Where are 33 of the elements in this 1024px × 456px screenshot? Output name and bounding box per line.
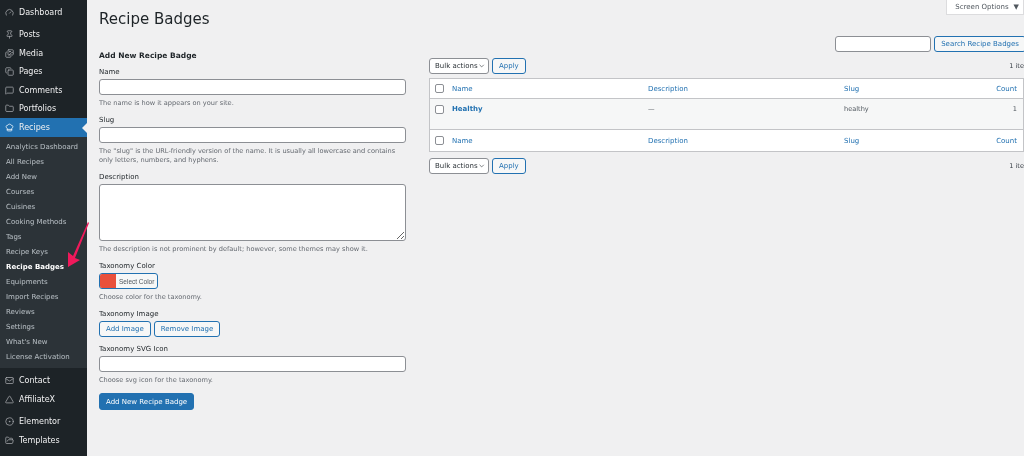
checkbox[interactable] — [435, 84, 444, 93]
menu-item[interactable]: Portfolios — [0, 99, 87, 118]
menu-item[interactable]: Elementor — [0, 412, 87, 431]
circle-icon — [5, 417, 14, 427]
text-field[interactable] — [99, 127, 406, 143]
chef-hat-icon — [5, 122, 14, 132]
menu-item[interactable]: Recipes — [0, 118, 87, 137]
menu-item[interactable]: AffiliateX — [0, 390, 87, 409]
chevron-down-icon — [477, 162, 485, 170]
mail-icon — [5, 376, 14, 386]
menu-item[interactable]: Templates — [0, 431, 87, 450]
text-field[interactable] — [99, 79, 406, 95]
page-title: Recipe Badges — [99, 10, 210, 28]
pin-icon — [5, 30, 14, 40]
pages-icon — [5, 67, 14, 77]
menu-item[interactable]: Contact — [0, 371, 87, 390]
checkbox[interactable] — [435, 105, 444, 114]
menu-item[interactable]: Posts — [0, 25, 87, 44]
text-field[interactable] — [99, 356, 406, 372]
folder-icon — [5, 104, 14, 114]
menu-item[interactable]: Comments — [0, 81, 87, 100]
images-icon — [5, 48, 14, 58]
triangle-icon — [5, 394, 14, 404]
chevron-down-icon — [477, 62, 485, 70]
menu-item[interactable]: Media — [0, 44, 87, 63]
comment-icon — [5, 85, 14, 95]
folder-icon — [5, 435, 14, 445]
menu-item[interactable]: Dashboard — [0, 3, 87, 22]
menu-item[interactable]: Pages — [0, 62, 87, 81]
gauge-icon — [5, 7, 14, 17]
search-field[interactable] — [835, 36, 932, 52]
checkbox[interactable] — [435, 136, 444, 145]
description-field[interactable] — [99, 184, 406, 241]
